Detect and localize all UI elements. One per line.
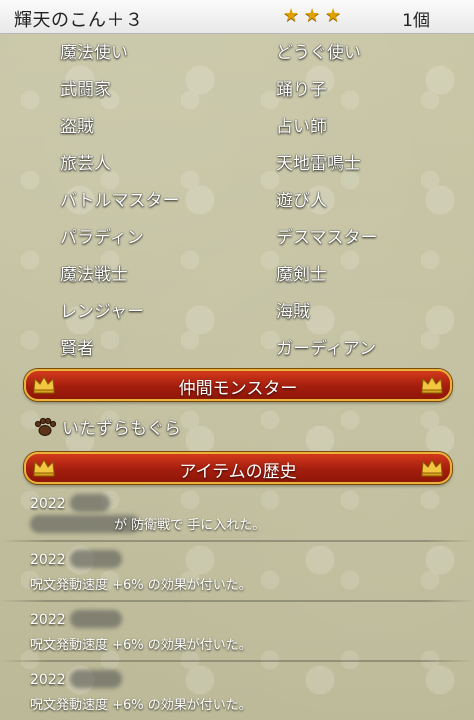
- divider: [0, 540, 474, 542]
- job-label: 遊び人: [276, 191, 327, 211]
- parchment-pattern: [0, 0, 474, 720]
- star-icon: ★: [325, 5, 342, 26]
- history-text: が 防衛戦で 手に入れた。: [114, 518, 266, 533]
- history-text: 呪文発動速度 +6% の効果が付いた。: [30, 698, 252, 713]
- divider: [0, 660, 474, 662]
- banner-title: アイテムの歴史: [179, 462, 297, 482]
- job-label: パラディン: [60, 228, 144, 248]
- redacted-blur: [70, 494, 110, 512]
- star-rating: ★ ★ ★: [283, 7, 343, 25]
- divider: [0, 600, 474, 602]
- companion-monster-banner: 仲間モンスター: [24, 369, 452, 401]
- paw-icon: [34, 417, 56, 436]
- job-label: バトルマスター: [60, 191, 180, 211]
- job-label: レンジャー: [60, 302, 145, 322]
- banner-title: 仲間モンスター: [178, 379, 298, 399]
- star-icon: ★: [283, 5, 300, 26]
- job-label: 魔法戦士: [60, 265, 128, 285]
- job-label: 旅芸人: [60, 154, 111, 174]
- history-date: 2022: [30, 672, 66, 688]
- job-label: どうぐ使い: [276, 43, 361, 63]
- job-label: デスマスター: [276, 228, 378, 248]
- job-label: 魔法使い: [60, 43, 128, 63]
- history-date: 2022: [30, 612, 66, 628]
- job-label: 盗賊: [60, 117, 94, 137]
- crown-icon: [421, 458, 443, 477]
- history-text: 呪文発動速度 +6% の効果が付いた。: [30, 578, 252, 593]
- star-icon: ★: [304, 5, 321, 26]
- redacted-blur: [70, 670, 122, 688]
- job-label: 踊り子: [276, 80, 327, 100]
- crown-icon: [421, 375, 443, 394]
- companion-monster-entry: いたずらもぐら: [34, 414, 181, 439]
- monster-name: いたずらもぐら: [62, 419, 181, 439]
- item-count: 1個: [402, 11, 430, 31]
- job-label: 占い師: [276, 117, 327, 137]
- job-label: 天地雷鳴士: [276, 154, 361, 174]
- job-label: 賢者: [60, 339, 94, 359]
- history-text: 呪文発動速度 +6% の効果が付いた。: [30, 638, 252, 653]
- redacted-blur: [70, 610, 122, 628]
- history-date: 2022: [30, 552, 66, 568]
- item-title: 輝天のこん＋３: [14, 10, 144, 31]
- item-title-bar: 輝天のこん＋３ ★ ★ ★ 1個: [0, 0, 474, 34]
- job-label: ガーディアン: [276, 339, 377, 359]
- history-date: 2022: [30, 496, 66, 512]
- redacted-blur: [70, 550, 122, 568]
- item-history-banner: アイテムの歴史: [24, 452, 452, 484]
- job-label: 海賊: [276, 302, 310, 322]
- job-label: 武闘家: [60, 80, 111, 100]
- job-label: 魔剣士: [276, 265, 327, 285]
